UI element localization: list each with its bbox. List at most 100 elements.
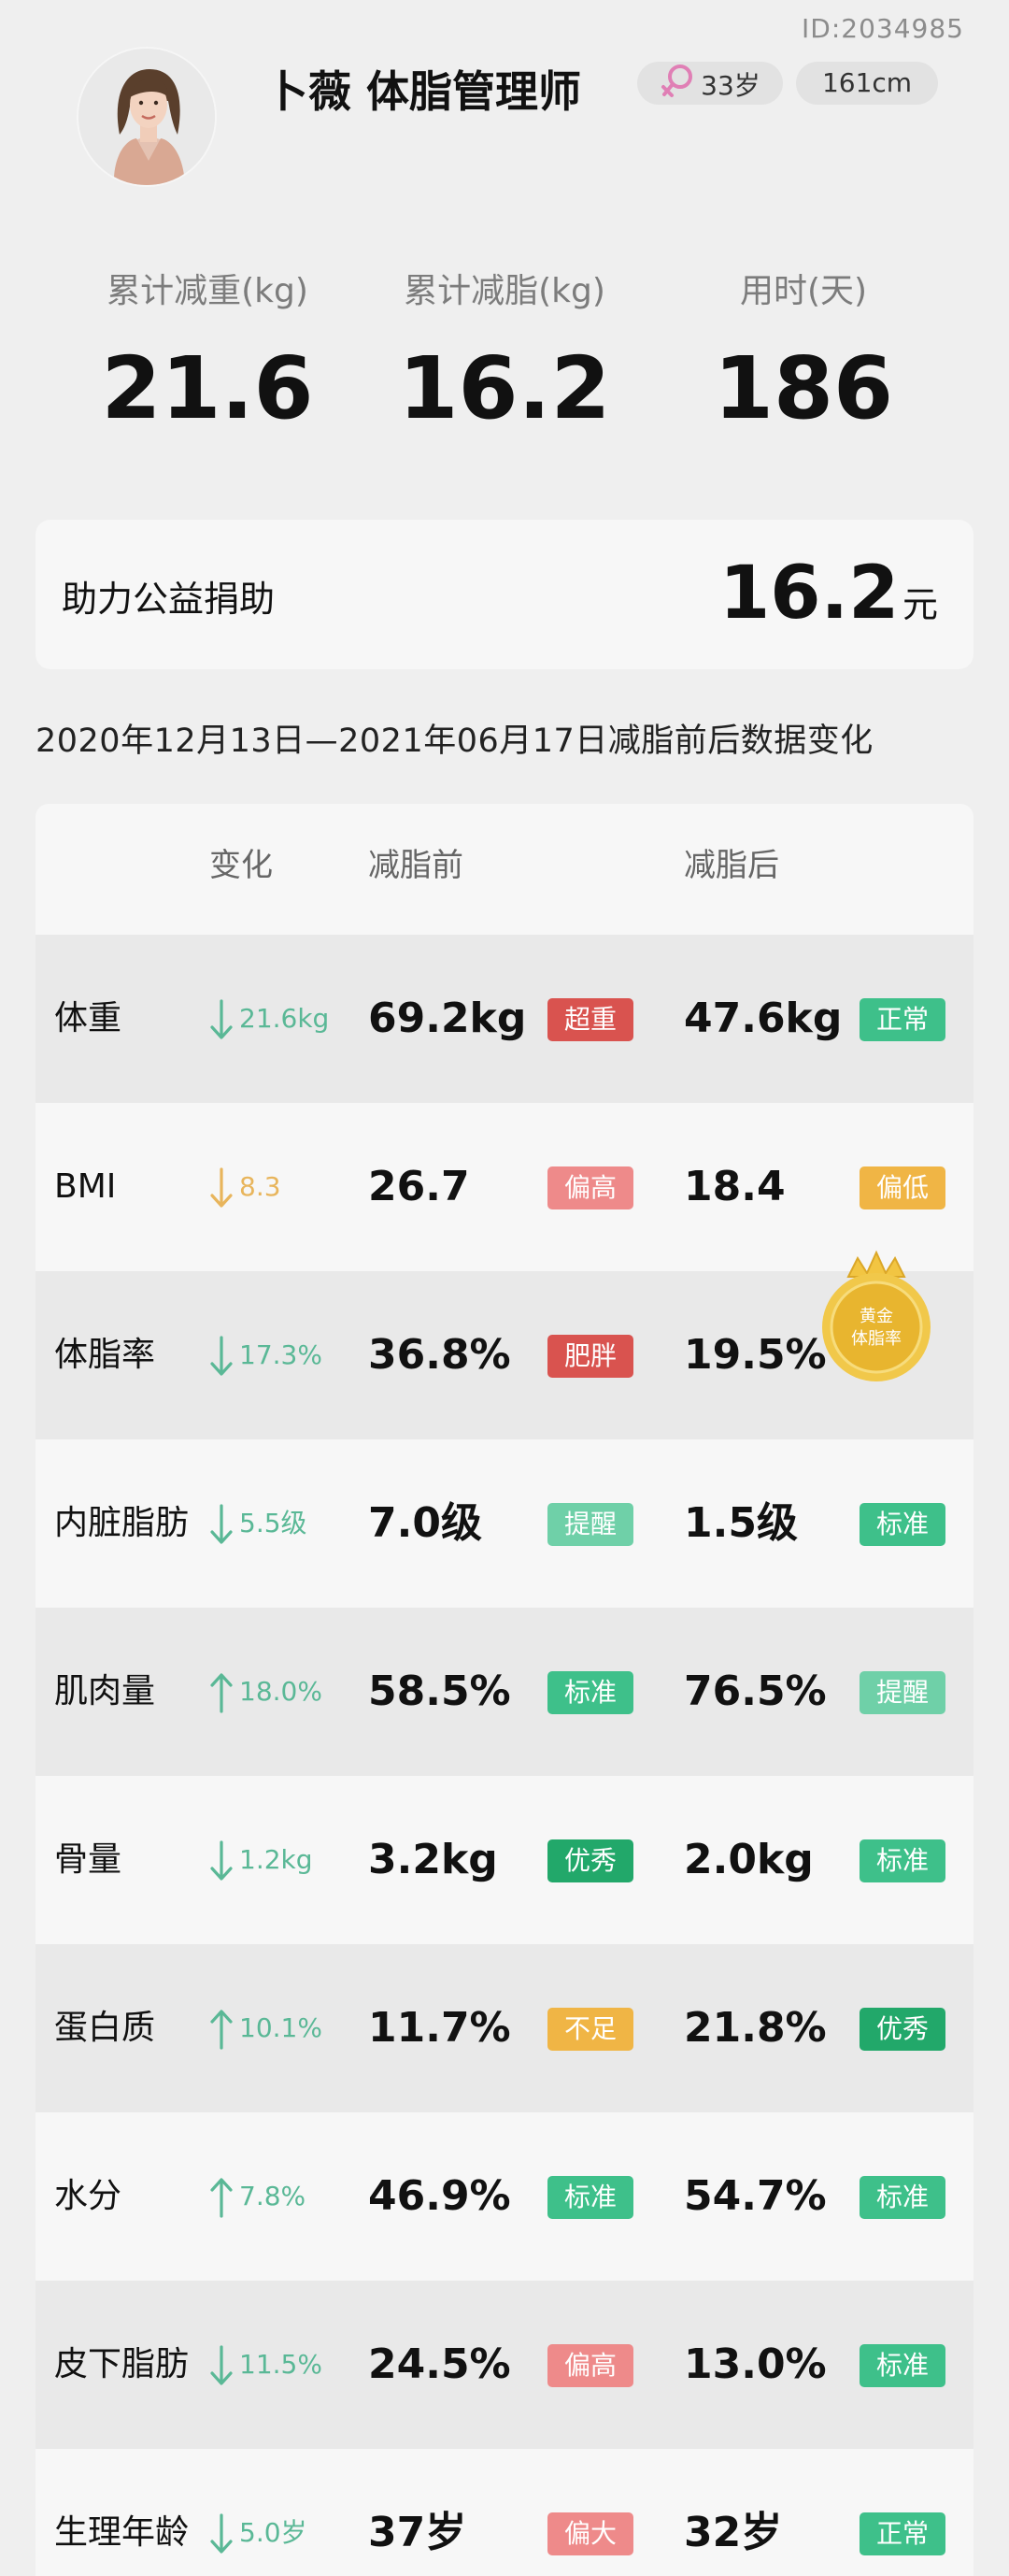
arrow-down-icon <box>210 999 233 1039</box>
after-value: 54.7% <box>684 2172 827 2220</box>
before-value: 58.5% <box>368 1667 511 1715</box>
status-badge-after: 优秀 <box>860 2008 945 2051</box>
after-value: 21.8% <box>684 2004 827 2052</box>
change-value: 1.2kg <box>239 1844 313 1875</box>
header-after: 减脂后 <box>684 847 779 884</box>
before-value: 3.2kg <box>368 1836 498 1883</box>
arrow-down-icon <box>210 1336 233 1376</box>
before-value: 36.8% <box>368 1331 511 1379</box>
status-badge-after: 标准 <box>860 2344 945 2387</box>
arrow-down-icon <box>210 1167 233 1208</box>
status-badge-after: 偏低 <box>860 1166 945 1209</box>
stat-label-weight-loss: 累计减重(kg) <box>107 272 308 310</box>
after-value: 13.0% <box>684 2340 827 2388</box>
arrow-down-icon <box>210 2345 233 2385</box>
stat-label-fat-loss: 累计减脂(kg) <box>404 272 605 310</box>
status-badge-before: 偏高 <box>547 2344 633 2387</box>
row-label: 骨量 <box>54 1840 122 1879</box>
before-value: 26.7 <box>368 1163 470 1210</box>
status-badge-after: 正常 <box>860 998 945 1041</box>
stat-label-days: 用时(天) <box>739 272 868 310</box>
row-label: 肌肉量 <box>54 1672 156 1710</box>
status-badge-before: 优秀 <box>547 1839 633 1882</box>
change-value: 10.1% <box>239 2012 322 2043</box>
status-badge-before: 偏高 <box>547 1166 633 1209</box>
stat-value-fat-loss: 16.2 <box>398 338 611 438</box>
donation-unit: 元 <box>902 584 939 625</box>
comparison-table: 变化 减脂前 减脂后 体重 21.6kg 69.2kg 超重 47.6kg 正常 BMI 8.… <box>36 804 973 2576</box>
change-value: 7.8% <box>239 2181 306 2211</box>
avatar-image <box>78 49 215 185</box>
status-badge-before: 标准 <box>547 1671 633 1714</box>
table-row: 骨量 1.2kg 3.2kg 优秀 2.0kg 标准 <box>36 1776 973 1944</box>
status-badge-before: 提醒 <box>547 1503 633 1546</box>
medal-line-1: 黄金 <box>860 1307 893 1326</box>
after-value: 1.5级 <box>684 1499 798 1547</box>
status-badge-after: 提醒 <box>860 1671 945 1714</box>
arrow-down-icon <box>210 2513 233 2554</box>
stat-value-days: 186 <box>713 338 894 438</box>
before-value: 46.9% <box>368 2172 511 2220</box>
row-label: 蛋白质 <box>54 2009 156 2047</box>
change-value: 11.5% <box>239 2349 322 2380</box>
arrow-up-icon <box>210 2178 233 2218</box>
before-value: 7.0级 <box>368 1499 482 1547</box>
status-badge-before: 标准 <box>547 2176 633 2219</box>
stat-value-weight-loss: 21.6 <box>101 338 314 438</box>
status-badge-after: 正常 <box>860 2512 945 2555</box>
female-symbol-icon <box>660 62 697 112</box>
status-badge-after: 标准 <box>860 1503 945 1546</box>
change-value: 8.3 <box>239 1171 281 1202</box>
before-value: 11.7% <box>368 2004 511 2052</box>
donation-amount: 16.2 <box>719 551 900 636</box>
before-value: 69.2kg <box>368 995 527 1042</box>
row-label: 体重 <box>54 999 122 1038</box>
table-row: 体重 21.6kg 69.2kg 超重 47.6kg 正常 <box>36 935 973 1103</box>
table-row: 蛋白质 10.1% 11.7% 不足 21.8% 优秀 <box>36 1944 973 2112</box>
row-label: 水分 <box>54 2177 122 2215</box>
after-value: 32岁 <box>684 2509 783 2556</box>
row-label: BMI <box>54 1167 117 1206</box>
user-id: ID:2034985 <box>802 13 964 44</box>
header-before: 减脂前 <box>368 847 463 884</box>
medal-line-2: 体脂率 <box>851 1329 902 1349</box>
row-label: 生理年龄 <box>54 2513 190 2552</box>
change-value: 21.6kg <box>239 1003 330 1034</box>
header-change: 变化 <box>209 847 273 884</box>
avatar[interactable] <box>77 47 217 187</box>
change-value: 18.0% <box>239 1676 322 1707</box>
after-value: 19.5% <box>684 1331 827 1379</box>
row-label: 体脂率 <box>54 1336 156 1374</box>
table-row: 水分 7.8% 46.9% 标准 54.7% 标准 <box>36 2112 973 2281</box>
status-badge-before: 偏大 <box>547 2512 633 2555</box>
donation-label: 助力公益捐助 <box>62 579 276 620</box>
page-title: 卜薇 体脂管理师 <box>265 66 582 117</box>
before-value: 37岁 <box>368 2509 467 2556</box>
after-value: 76.5% <box>684 1667 827 1715</box>
gold-medal-icon: 黄金 体脂率 <box>813 1249 940 1389</box>
arrow-up-icon <box>210 2010 233 2050</box>
table-row: BMI 8.3 26.7 偏高 18.4 偏低 <box>36 1103 973 1271</box>
status-badge-before: 肥胖 <box>547 1335 633 1378</box>
age-text: 33岁 <box>701 70 760 101</box>
arrow-down-icon <box>210 1840 233 1881</box>
arrow-down-icon <box>210 1504 233 1544</box>
status-badge-before: 不足 <box>547 2008 633 2051</box>
change-value: 5.5级 <box>239 1508 307 1538</box>
height-badge: 161cm <box>796 62 938 105</box>
change-value: 17.3% <box>239 1339 322 1370</box>
status-badge-before: 超重 <box>547 998 633 1041</box>
age-badge: 33岁 <box>637 62 783 105</box>
period-title: 2020年12月13日—2021年06月17日减脂前后数据变化 <box>36 723 874 760</box>
change-value: 5.0岁 <box>239 2517 307 2548</box>
row-label: 皮下脂肪 <box>54 2345 190 2383</box>
row-label: 内脏脂肪 <box>54 1504 190 1542</box>
arrow-up-icon <box>210 1673 233 1713</box>
after-value: 18.4 <box>684 1163 786 1210</box>
after-value: 47.6kg <box>684 995 843 1042</box>
before-value: 24.5% <box>368 2340 511 2388</box>
table-row: 内脏脂肪 5.5级 7.0级 提醒 1.5级 标准 <box>36 1439 973 1608</box>
table-row: 生理年龄 5.0岁 37岁 偏大 32岁 正常 <box>36 2449 973 2576</box>
table-row: 肌肉量 18.0% 58.5% 标准 76.5% 提醒 <box>36 1608 973 1776</box>
status-badge-after: 标准 <box>860 2176 945 2219</box>
